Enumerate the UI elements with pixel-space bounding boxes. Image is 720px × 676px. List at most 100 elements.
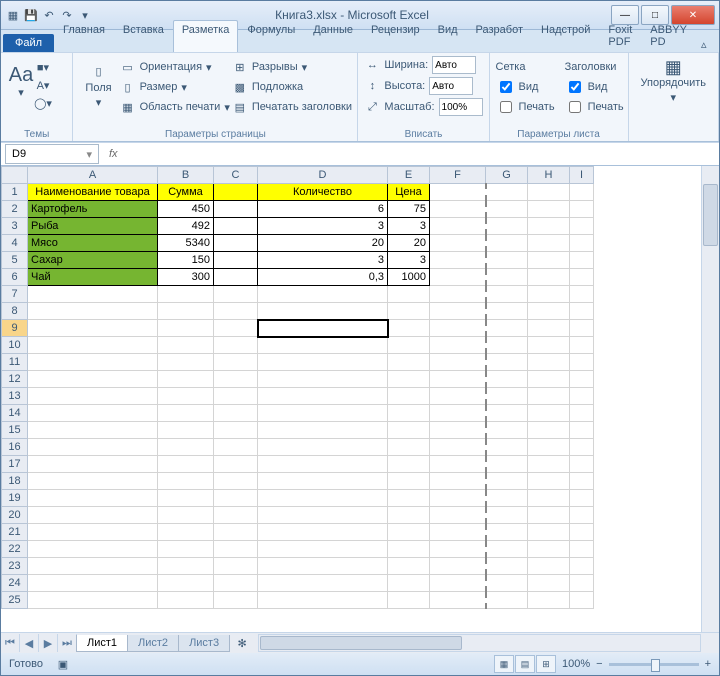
cell-C17[interactable] [214,456,258,473]
cell-A20[interactable] [28,507,158,524]
cell-E11[interactable] [388,354,430,371]
cell-F16[interactable] [430,439,486,456]
cell-C7[interactable] [214,286,258,303]
cell-B8[interactable] [158,303,214,320]
cell-A17[interactable] [28,456,158,473]
tab-формулы[interactable]: Формулы [238,20,304,52]
cell-I7[interactable] [570,286,594,303]
cell-H6[interactable] [528,269,570,286]
save-icon[interactable]: 💾 [23,7,39,23]
cell-E7[interactable] [388,286,430,303]
print-titles-button[interactable]: ▤Печатать заголовки [232,97,352,117]
row-header-11[interactable]: 11 [2,354,28,371]
cell-H18[interactable] [528,473,570,490]
row-header-18[interactable]: 18 [2,473,28,490]
sheet-nav-prev-icon[interactable]: ◀ [20,634,39,652]
theme-colors-icon[interactable]: ■▾ [35,59,51,75]
cell-F15[interactable] [430,422,486,439]
cell-E13[interactable] [388,388,430,405]
cell-H25[interactable] [528,592,570,609]
width-input[interactable] [432,56,476,74]
theme-effects-icon[interactable]: ◯▾ [35,95,51,111]
cell-E19[interactable] [388,490,430,507]
cell-C19[interactable] [214,490,258,507]
cell-E4[interactable]: 20 [388,235,430,252]
cell-G14[interactable] [486,405,528,422]
row-header-9[interactable]: 9 [2,320,28,337]
cell-I13[interactable] [570,388,594,405]
cell-A12[interactable] [28,371,158,388]
cell-H11[interactable] [528,354,570,371]
cell-A22[interactable] [28,541,158,558]
cell-H3[interactable] [528,218,570,235]
row-header-12[interactable]: 12 [2,371,28,388]
cell-F19[interactable] [430,490,486,507]
cell-B25[interactable] [158,592,214,609]
cell-E18[interactable] [388,473,430,490]
cell-D2[interactable]: 6 [258,201,388,218]
height-input[interactable] [429,77,473,95]
cell-B2[interactable]: 450 [158,201,214,218]
cell-D12[interactable] [258,371,388,388]
cell-B12[interactable] [158,371,214,388]
cell-H8[interactable] [528,303,570,320]
cell-B6[interactable]: 300 [158,269,214,286]
row-header-7[interactable]: 7 [2,286,28,303]
cell-A21[interactable] [28,524,158,541]
sheet-nav-last-icon[interactable]: ⏭ [58,634,77,652]
cell-D1[interactable]: Количество [258,184,388,201]
cell-I11[interactable] [570,354,594,371]
cell-E23[interactable] [388,558,430,575]
cell-B22[interactable] [158,541,214,558]
theme-fonts-icon[interactable]: A▾ [35,77,51,93]
cell-B15[interactable] [158,422,214,439]
cell-E21[interactable] [388,524,430,541]
vertical-scrollbar[interactable] [701,166,719,632]
row-header-19[interactable]: 19 [2,490,28,507]
row-header-1[interactable]: 1 [2,184,28,201]
row-header-22[interactable]: 22 [2,541,28,558]
col-header-H[interactable]: H [528,167,570,184]
cell-F17[interactable] [430,456,486,473]
cell-I22[interactable] [570,541,594,558]
cell-I16[interactable] [570,439,594,456]
tab-abbyy pd[interactable]: ABBYY PD [641,20,696,52]
cell-I18[interactable] [570,473,594,490]
cell-E15[interactable] [388,422,430,439]
cell-I1[interactable] [570,184,594,201]
tab-рецензир[interactable]: Рецензир [362,20,429,52]
row-header-24[interactable]: 24 [2,575,28,592]
cell-C15[interactable] [214,422,258,439]
cell-D5[interactable]: 3 [258,252,388,269]
macro-record-icon[interactable]: ▣ [55,656,71,672]
row-header-2[interactable]: 2 [2,201,28,218]
cell-C21[interactable] [214,524,258,541]
cell-F21[interactable] [430,524,486,541]
tab-foxit pdf[interactable]: Foxit PDF [599,20,641,52]
cell-G24[interactable] [486,575,528,592]
zoom-level[interactable]: 100% [562,658,590,670]
cell-B24[interactable] [158,575,214,592]
zoom-in-button[interactable]: + [705,658,711,670]
cell-G22[interactable] [486,541,528,558]
cell-E1[interactable]: Цена [388,184,430,201]
cell-B4[interactable]: 5340 [158,235,214,252]
cell-F13[interactable] [430,388,486,405]
cell-D9[interactable] [258,320,388,337]
cell-G18[interactable] [486,473,528,490]
cell-I21[interactable] [570,524,594,541]
cell-A25[interactable] [28,592,158,609]
cell-A1[interactable]: Наименование товара [28,184,158,201]
col-header-B[interactable]: B [158,167,214,184]
sheet-nav-first-icon[interactable]: ⏮ [1,634,20,652]
cell-B16[interactable] [158,439,214,456]
cell-I6[interactable] [570,269,594,286]
row-header-13[interactable]: 13 [2,388,28,405]
cell-B7[interactable] [158,286,214,303]
cell-D6[interactable]: 0,3 [258,269,388,286]
cell-A13[interactable] [28,388,158,405]
cell-C20[interactable] [214,507,258,524]
row-header-20[interactable]: 20 [2,507,28,524]
cell-C6[interactable] [214,269,258,286]
cell-F3[interactable] [430,218,486,235]
